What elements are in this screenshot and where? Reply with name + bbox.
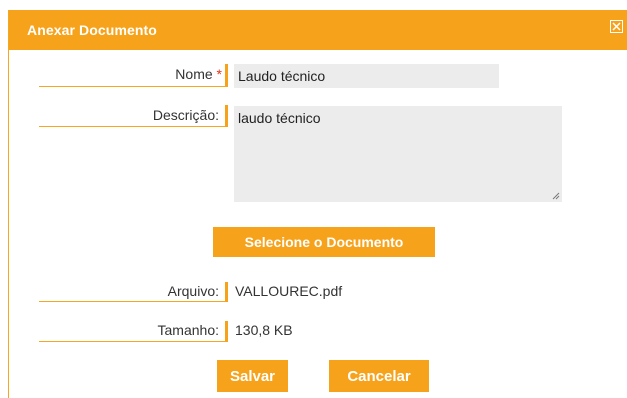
descricao-textarea[interactable]: laudo técnico — [234, 106, 562, 202]
tamanho-label-underline — [39, 341, 228, 342]
descricao-accent-bar — [225, 105, 228, 127]
cancel-button[interactable]: Cancelar — [329, 360, 429, 392]
nome-accent-bar — [225, 64, 228, 86]
resize-grip-icon[interactable] — [552, 192, 560, 200]
attach-document-dialog: Anexar Documento Nome * Descrição: laudo… — [8, 10, 627, 398]
nome-label: Nome * — [129, 66, 222, 82]
dialog-titlebar: Anexar Documento — [9, 10, 627, 50]
arquivo-label-underline — [39, 301, 228, 302]
descricao-label-underline — [39, 126, 228, 127]
close-icon[interactable] — [610, 20, 623, 33]
arquivo-accent-bar — [225, 282, 228, 302]
required-marker: * — [216, 66, 222, 82]
arquivo-value: VALLOUREC.pdf — [235, 283, 343, 299]
nome-input[interactable] — [234, 64, 499, 88]
tamanho-label: Tamanho: — [157, 322, 219, 338]
select-document-button[interactable]: Selecione o Documento — [213, 227, 435, 257]
descricao-label: Descrição: — [152, 107, 219, 123]
nome-label-text: Nome — [175, 66, 213, 82]
dialog-title: Anexar Documento — [27, 22, 157, 38]
arquivo-label: Arquivo: — [167, 283, 219, 299]
save-button[interactable]: Salvar — [217, 360, 288, 392]
tamanho-value: 130,8 KB — [235, 322, 293, 338]
tamanho-accent-bar — [225, 321, 228, 341]
nome-label-underline — [39, 86, 228, 87]
